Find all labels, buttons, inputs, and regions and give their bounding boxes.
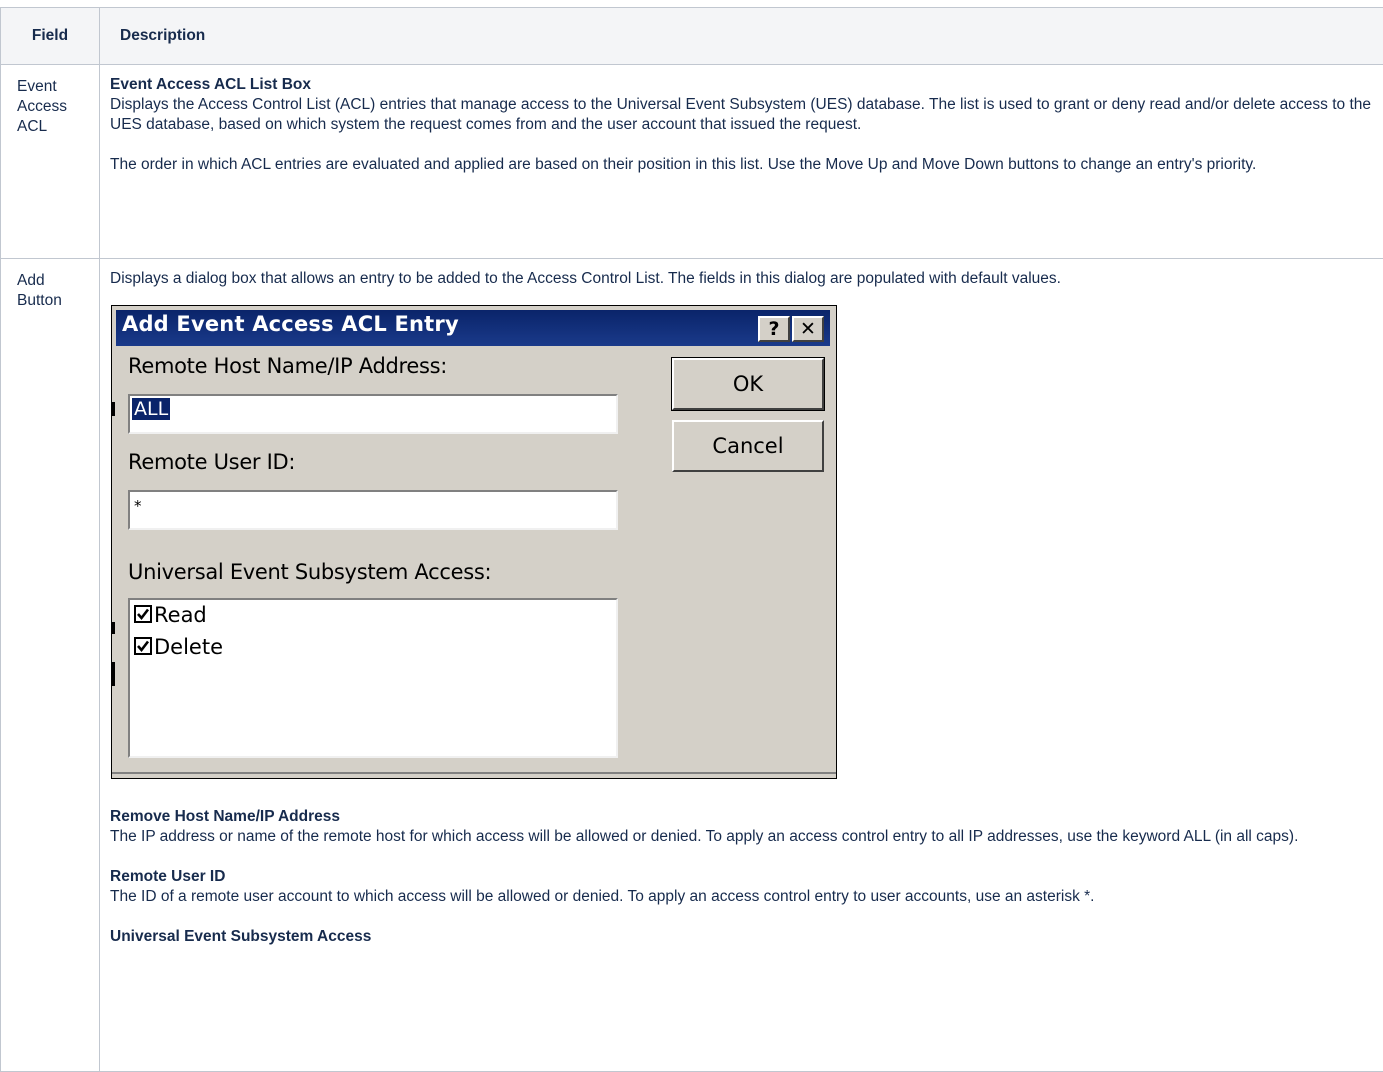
table-row: Add Button Displays a dialog box that al… xyxy=(1,259,1383,1072)
table-row: Event Access ACL Event Access ACL List B… xyxy=(1,65,1383,259)
checkbox-checked-icon[interactable] xyxy=(134,637,152,655)
description-paragraph: The order in which ACL entries are evalu… xyxy=(110,155,1373,175)
user-label: Remote User ID: xyxy=(128,452,295,472)
access-item-label: Delete xyxy=(154,635,223,659)
access-label: Universal Event Subsystem Access: xyxy=(128,562,491,582)
access-item-read[interactable]: Read xyxy=(134,602,207,628)
edge-artifact xyxy=(112,622,115,634)
description-cell: Displays a dialog box that allows an ent… xyxy=(100,259,1383,1072)
section-title: Remove Host Name/IP Address xyxy=(110,807,1373,827)
user-input[interactable]: * xyxy=(128,490,618,530)
edge-artifact xyxy=(112,402,115,416)
section-title: Universal Event Subsystem Access xyxy=(110,927,1373,947)
edge-artifact xyxy=(112,662,115,686)
host-value: ALL xyxy=(132,398,170,420)
description-paragraph: Displays a dialog box that allows an ent… xyxy=(110,269,1373,289)
user-value: * xyxy=(134,497,142,515)
host-label: Remote Host Name/IP Address: xyxy=(128,356,447,376)
help-icon[interactable]: ? xyxy=(758,316,790,342)
column-header-description: Description xyxy=(100,8,1383,65)
description-cell: Event Access ACL List Box Displays the A… xyxy=(100,65,1383,259)
checkbox-checked-icon[interactable] xyxy=(134,605,152,623)
description-paragraph: The ID of a remote user account to which… xyxy=(110,887,1373,907)
access-item-label: Read xyxy=(154,603,207,627)
dialog-titlebar: Add Event Access ACL Entry ? ✕ xyxy=(116,310,830,346)
access-item-delete[interactable]: Delete xyxy=(134,634,223,660)
access-list[interactable]: Read Delete xyxy=(128,598,618,758)
cancel-button[interactable]: Cancel xyxy=(672,420,824,472)
dialog-title: Add Event Access ACL Entry xyxy=(122,314,459,334)
field-name-cell: Event Access ACL xyxy=(1,65,100,259)
column-header-field: Field xyxy=(1,8,100,65)
section-title: Event Access ACL List Box xyxy=(110,75,1373,95)
field-description-table: Field Description Event Access ACL Event… xyxy=(0,7,1383,1072)
ok-button[interactable]: OK xyxy=(672,358,824,410)
dialog-bottom-edge xyxy=(112,772,836,774)
description-paragraph: The IP address or name of the remote hos… xyxy=(110,827,1373,847)
host-input[interactable]: ALL xyxy=(128,394,618,434)
table-header-row: Field Description xyxy=(1,8,1383,65)
add-acl-entry-dialog-screenshot: Add Event Access ACL Entry ? ✕ Remote Ho… xyxy=(111,305,837,779)
description-paragraph: Displays the Access Control List (ACL) e… xyxy=(110,95,1373,135)
close-icon[interactable]: ✕ xyxy=(792,316,824,342)
field-name-cell: Add Button xyxy=(1,259,100,1072)
section-title: Remote User ID xyxy=(110,867,1373,887)
